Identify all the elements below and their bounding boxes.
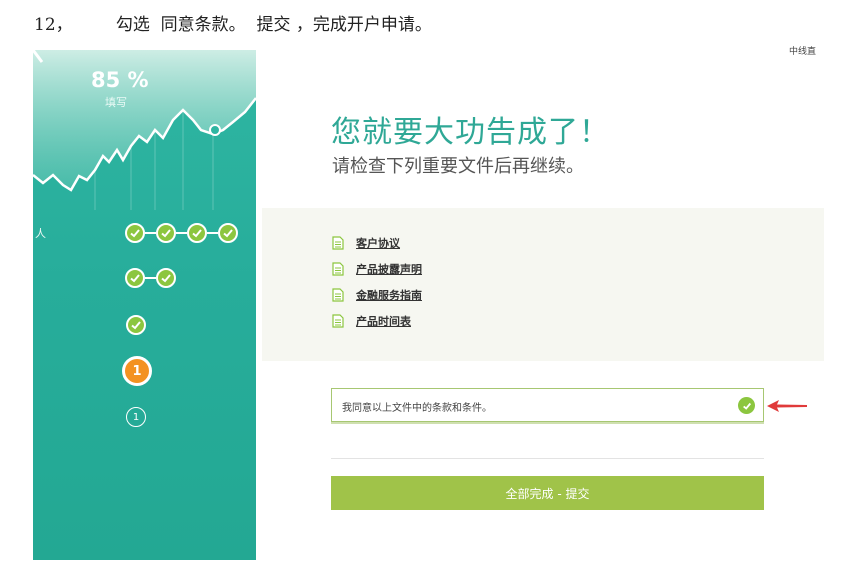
step-row-1 xyxy=(125,223,238,243)
page-headline: 您就要大功告成了！ xyxy=(331,115,610,150)
progress-label: 填写 xyxy=(105,96,127,109)
document-link[interactable]: 产品时间表 xyxy=(356,313,411,329)
red-arrow-icon xyxy=(767,400,807,412)
step-complete-icon xyxy=(156,268,176,288)
document-icon xyxy=(332,262,344,276)
corner-label: 中线直 xyxy=(789,47,817,57)
document-link[interactable]: 客户协议 xyxy=(356,235,400,251)
document-link[interactable]: 金融服务指南 xyxy=(356,287,422,303)
step-row-2 xyxy=(125,268,176,288)
divider xyxy=(331,458,764,459)
chart-marker xyxy=(209,124,221,136)
step-complete-icon xyxy=(125,268,145,288)
step-row-3 xyxy=(126,315,146,335)
step-complete-icon xyxy=(125,223,145,243)
submit-button[interactable]: 全部完成 - 提交 xyxy=(331,476,764,510)
step-complete-icon xyxy=(187,223,207,243)
document-item[interactable]: 客户协议 xyxy=(332,235,400,251)
sidebar-stray-text: 人 xyxy=(35,227,46,240)
step-complete-icon xyxy=(126,315,146,335)
document-icon xyxy=(332,314,344,328)
document-list: 客户协议 产品披露声明 金融服务指南 产品时间表 xyxy=(262,208,824,361)
step-complete-icon xyxy=(156,223,176,243)
current-step-badge: 1 xyxy=(122,356,152,386)
document-link[interactable]: 产品披露声明 xyxy=(356,261,422,277)
agree-terms-checkbox[interactable]: 我同意以上文件中的条款和条件。 xyxy=(331,388,764,422)
step-instruction: 12， 勾选 同意条款。 提交 ，完成开户申请。 xyxy=(34,15,432,35)
next-step-badge: 1 xyxy=(126,407,146,427)
step-complete-icon xyxy=(218,223,238,243)
document-icon xyxy=(332,288,344,302)
checkmark-icon[interactable] xyxy=(738,397,755,414)
agree-terms-label: 我同意以上文件中的条款和条件。 xyxy=(342,403,492,414)
document-icon xyxy=(332,236,344,250)
progress-sidebar: 85 % 填写 人 1 1 xyxy=(33,50,256,560)
progress-percent: 85 % xyxy=(91,68,149,92)
document-item[interactable]: 产品时间表 xyxy=(332,313,411,329)
document-item[interactable]: 产品披露声明 xyxy=(332,261,422,277)
page-subheading: 请检查下列重要文件后再继续。 xyxy=(332,156,584,177)
document-item[interactable]: 金融服务指南 xyxy=(332,287,422,303)
